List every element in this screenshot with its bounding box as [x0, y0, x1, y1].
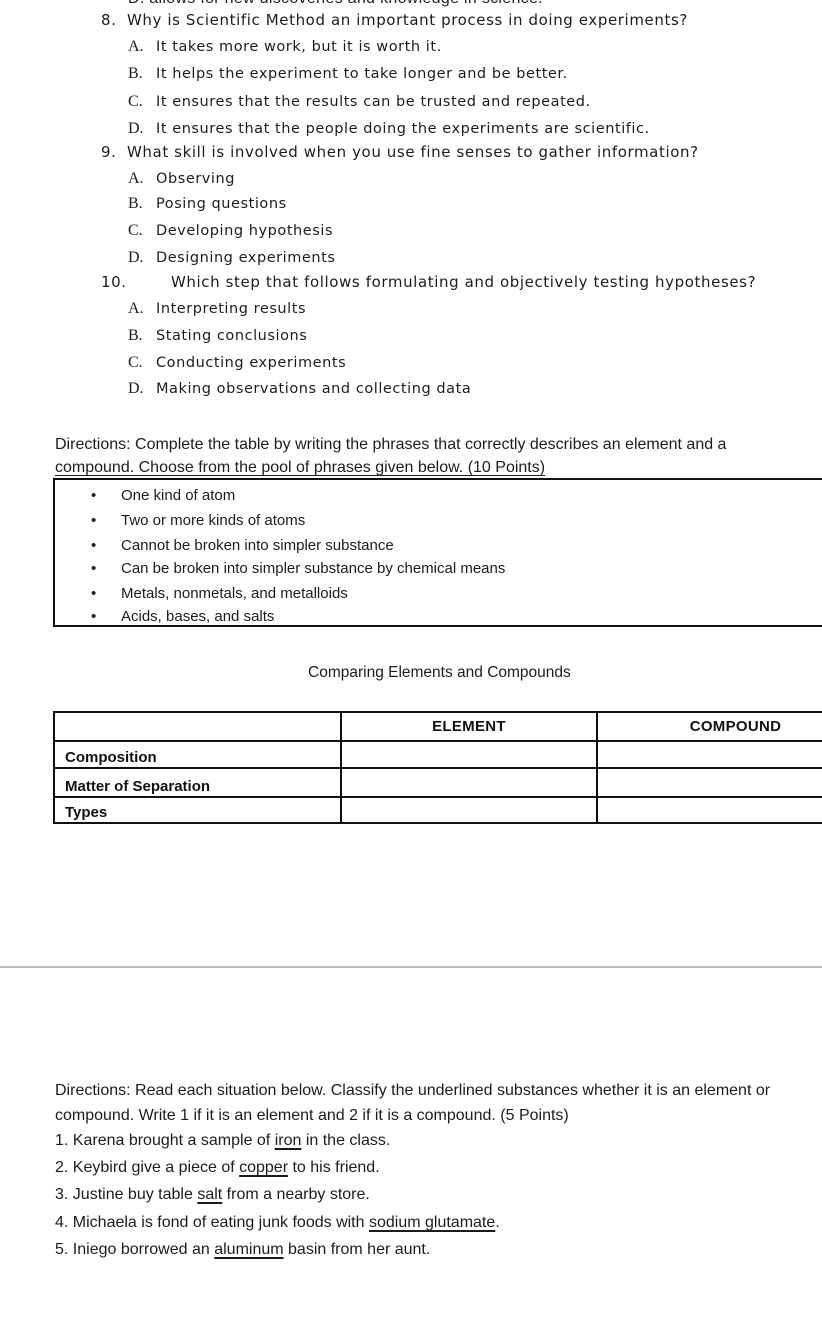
- situation-item-1: 1. Karena brought a sample of iron in th…: [55, 1132, 391, 1149]
- option-b: B. Stating conclusions: [128, 327, 308, 344]
- compound-cell[interactable]: [596, 767, 822, 798]
- bullet-icon: •: [91, 537, 97, 554]
- compound-cell[interactable]: [596, 740, 822, 769]
- option-d: D. Making observations and collecting dat…: [128, 380, 472, 397]
- underlined-substance: iron: [274, 1132, 302, 1149]
- underlined-substance: aluminum: [214, 1241, 284, 1258]
- bullet-icon: •: [91, 487, 97, 504]
- row-label: Types: [53, 796, 342, 824]
- pool-item: • Can be broken into simpler substance by…: [91, 560, 506, 577]
- option-c: C. It ensures that the results can be tru…: [128, 93, 591, 110]
- underlined-substance: sodium glutamate: [368, 1214, 496, 1231]
- header-blank: [53, 711, 342, 742]
- situation-item-5: 5. Iniego borrowed an aluminum basin fro…: [55, 1241, 431, 1258]
- question-text: 9. What skill is involved when you use fi…: [101, 143, 699, 161]
- table-directions-line1: Directions: Complete the table by writin…: [55, 436, 727, 453]
- situation-item-4: 4. Michaela is fond of eating junk foods…: [55, 1214, 500, 1231]
- table-row: Matter of Separation: [53, 767, 822, 798]
- question-text: 10. Which step that follows formulating a…: [101, 273, 757, 291]
- table-caption: Comparing Elements and Compounds: [308, 664, 571, 681]
- option-a: A. It takes more work, but it is worth it…: [128, 38, 442, 55]
- pool-item: • Metals, nonmetals, and metalloids: [91, 585, 348, 602]
- option-a: A. Interpreting results: [128, 300, 307, 317]
- question-number: 8.: [101, 11, 117, 29]
- question-text: 8. Why is Scientific Method an important …: [101, 11, 688, 29]
- bullet-icon: •: [91, 560, 97, 577]
- situation-item-2: 2. Keybird give a piece of copper to his…: [55, 1159, 380, 1176]
- comparison-table: ELEMENT COMPOUND Composition Matter of S…: [53, 711, 822, 824]
- underlined-substance: copper: [239, 1159, 289, 1176]
- compound-cell[interactable]: [596, 796, 822, 824]
- pool-item: • Cannot be broken into simpler substance: [91, 537, 394, 554]
- option-c: C. Conducting experiments: [128, 354, 347, 371]
- element-cell[interactable]: [340, 767, 598, 798]
- row-label: Composition: [53, 740, 342, 769]
- pool-item: • One kind of atom: [91, 487, 236, 504]
- option-c: C. Developing hypothesis: [128, 222, 334, 239]
- table-header-row: ELEMENT COMPOUND: [53, 711, 822, 742]
- element-cell[interactable]: [340, 796, 598, 824]
- pool-item: • Two or more kinds of atoms: [91, 512, 306, 529]
- classify-directions-line1: Directions: Read each situation below. C…: [55, 1082, 771, 1099]
- phrase-pool-box: • One kind of atom • Two or more kinds of …: [53, 478, 822, 627]
- bullet-icon: •: [91, 608, 97, 625]
- element-cell[interactable]: [340, 740, 598, 769]
- question-number: 10.: [101, 273, 127, 291]
- table-directions-line2: compound. Choose from the pool of phrase…: [55, 459, 546, 476]
- table-row: Composition: [53, 740, 822, 769]
- situation-item-3: 3. Justine buy table salt from a nearby …: [55, 1186, 370, 1203]
- option-a: A. Observing: [128, 170, 236, 187]
- underlined-substance: salt: [197, 1186, 223, 1203]
- option-d: D. It ensures that the people doing the e…: [128, 120, 650, 137]
- question-number: 9.: [101, 143, 117, 161]
- option-b: B. It helps the experiment to take longer…: [128, 65, 568, 82]
- table-row: Types: [53, 796, 822, 824]
- bullet-icon: •: [91, 512, 97, 529]
- option-d: D. Designing experiments: [128, 249, 336, 266]
- page-separator: [0, 966, 822, 968]
- classify-directions-line2: compound. Write 1 if it is an element an…: [55, 1107, 569, 1124]
- row-label: Matter of Separation: [53, 767, 342, 798]
- header-compound: COMPOUND: [596, 711, 822, 742]
- bullet-icon: •: [91, 585, 97, 602]
- cut-off-option-line: D. allows for new discoveries and knowle…: [128, 0, 543, 8]
- pool-item: • Acids, bases, and salts: [91, 608, 275, 625]
- option-b: B. Posing questions: [128, 195, 287, 212]
- header-element: ELEMENT: [340, 711, 598, 742]
